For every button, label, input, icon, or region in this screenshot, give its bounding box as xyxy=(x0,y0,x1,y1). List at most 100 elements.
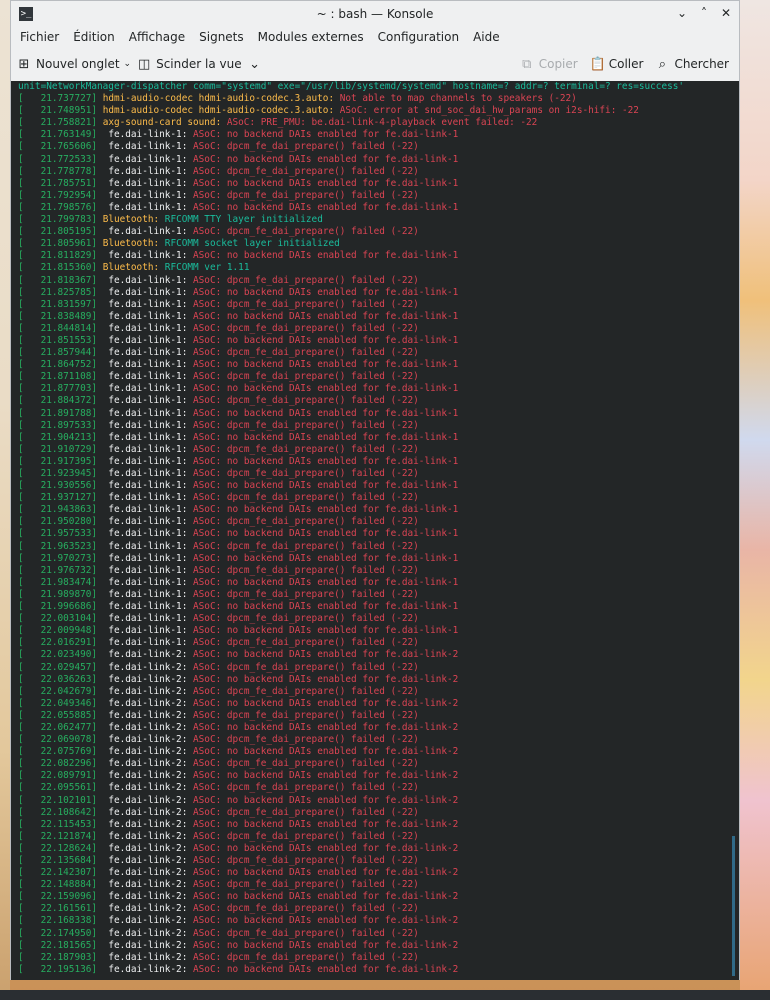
log-timestamp: [ 21.851553] xyxy=(18,334,98,346)
log-source: fe.dai-link-2: xyxy=(102,963,188,975)
log-message: ASoC: dpcm_fe_dai_prepare() failed (-22) xyxy=(193,274,419,286)
terminal-line: [ 22.055885] fe.dai-link-2: ASoC: dpcm_f… xyxy=(18,710,739,722)
log-timestamp: [ 22.042679] xyxy=(18,685,98,697)
log-timestamp: [ 22.062477] xyxy=(18,721,98,733)
log-message: ASoC: dpcm_fe_dai_prepare() failed (-22) xyxy=(193,371,419,383)
log-source: fe.dai-link-2: xyxy=(102,939,188,951)
log-source: fe.dai-link-1: xyxy=(102,165,188,177)
log-message: ASoC: no backend DAIs enabled for fe.dai… xyxy=(193,721,459,733)
terminal-line: [ 21.937127] fe.dai-link-1: ASoC: dpcm_f… xyxy=(18,492,739,504)
search-button[interactable]: ⌕ Chercher xyxy=(649,50,735,78)
terminal-line: [ 22.023490] fe.dai-link-2: ASoC: no bac… xyxy=(18,649,739,661)
terminal-line: [ 22.187903] fe.dai-link-2: ASoC: dpcm_f… xyxy=(18,952,739,964)
log-timestamp: [ 22.029457] xyxy=(18,661,98,673)
log-message: ASoC: no backend DAIs enabled for fe.dai… xyxy=(193,625,459,637)
log-message: ASoC: no backend DAIs enabled for fe.dai… xyxy=(193,915,459,927)
log-source: fe.dai-link-2: xyxy=(102,709,188,721)
chevron-down-icon[interactable]: ⌄ xyxy=(248,57,262,72)
log-timestamp: [ 21.930556] xyxy=(18,480,98,492)
minimize-icon[interactable]: ⌄ xyxy=(673,4,691,22)
log-timestamp: [ 22.055885] xyxy=(18,709,98,721)
log-timestamp: [ 21.989870] xyxy=(18,588,98,600)
log-timestamp: [ 21.763149] xyxy=(18,129,98,141)
log-source: fe.dai-link-2: xyxy=(102,697,188,709)
log-source: Bluetooth: xyxy=(102,214,160,226)
log-message: ASoC: no backend DAIs enabled for fe.dai… xyxy=(193,177,459,189)
log-message: ASoC: no backend DAIs enabled for fe.dai… xyxy=(193,359,459,371)
terminal-line: [ 21.785751] fe.dai-link-1: ASoC: no bac… xyxy=(18,178,739,190)
terminal-line: [ 22.016291] fe.dai-link-1: ASoC: dpcm_f… xyxy=(18,637,739,649)
menu-affichage[interactable]: Affichage xyxy=(122,27,192,47)
terminal-line: [ 21.910729] fe.dai-link-1: ASoC: dpcm_f… xyxy=(18,444,739,456)
terminal-output[interactable]: unit=NetworkManager-dispatcher comm="sys… xyxy=(11,81,739,980)
terminal-line: [ 22.082296] fe.dai-link-2: ASoC: dpcm_f… xyxy=(18,758,739,770)
terminal-line: [ 21.943863] fe.dai-link-1: ASoC: no bac… xyxy=(18,504,739,516)
log-message: ASoC: no backend DAIs enabled for fe.dai… xyxy=(193,528,459,540)
terminal-line: [ 21.904213] fe.dai-link-1: ASoC: no bac… xyxy=(18,432,739,444)
paste-button[interactable]: 📋 Coller xyxy=(584,50,650,78)
log-message: ASoC: dpcm_fe_dai_prepare() failed (-22) xyxy=(193,443,419,455)
log-source: fe.dai-link-1: xyxy=(102,298,188,310)
log-timestamp: [ 21.792954] xyxy=(18,189,98,201)
terminal-line: [ 22.181565] fe.dai-link-2: ASoC: no bac… xyxy=(18,940,739,952)
maximize-icon[interactable]: ˄ xyxy=(695,4,713,22)
new-tab-button[interactable]: ⊞ Nouvel onglet xyxy=(11,50,126,78)
konsole-app-icon[interactable]: >_ xyxy=(19,7,33,21)
search-label: Chercher xyxy=(674,57,729,71)
log-source: Bluetooth: xyxy=(102,262,160,274)
log-message: ASoC: no backend DAIs enabled for fe.dai… xyxy=(193,455,459,467)
log-timestamp: [ 22.075769] xyxy=(18,746,98,758)
menu-fichier[interactable]: Fichier xyxy=(13,27,66,47)
log-message: ASoC: no backend DAIs enabled for fe.dai… xyxy=(193,504,459,516)
title-bar[interactable]: >_ ~ : bash — Konsole ⌄ ˄ ✕ xyxy=(11,1,739,27)
log-timestamp: [ 22.102101] xyxy=(18,794,98,806)
log-timestamp: [ 21.950280] xyxy=(18,516,98,528)
log-message: ASoC: no backend DAIs enabled for fe.dai… xyxy=(193,818,459,830)
log-message: ASoC: no backend DAIs enabled for fe.dai… xyxy=(193,480,459,492)
log-timestamp: [ 21.785751] xyxy=(18,177,98,189)
log-message: ASoC: no backend DAIs enabled for fe.dai… xyxy=(193,129,459,141)
terminal-line: [ 21.963523] fe.dai-link-1: ASoC: dpcm_f… xyxy=(18,541,739,553)
terminal-line: [ 22.102101] fe.dai-link-2: ASoC: no bac… xyxy=(18,795,739,807)
log-timestamp: [ 21.983474] xyxy=(18,576,98,588)
terminal-line: [ 21.884372] fe.dai-link-1: ASoC: dpcm_f… xyxy=(18,395,739,407)
terminal-line: [ 22.049346] fe.dai-link-2: ASoC: no bac… xyxy=(18,698,739,710)
terminal-line: [ 22.161561] fe.dai-link-2: ASoC: dpcm_f… xyxy=(18,903,739,915)
log-source: fe.dai-link-2: xyxy=(102,915,188,927)
log-message: ASoC: dpcm_fe_dai_prepare() failed (-22) xyxy=(193,734,419,746)
terminal-line: [ 21.970273] fe.dai-link-1: ASoC: no bac… xyxy=(18,553,739,565)
log-message: ASoC: no backend DAIs enabled for fe.dai… xyxy=(193,939,459,951)
split-view-button[interactable]: ◫ Scinder la vue ⌄ xyxy=(131,50,268,78)
log-timestamp: [ 22.135684] xyxy=(18,855,98,866)
log-source: fe.dai-link-1: xyxy=(102,516,188,528)
log-source: fe.dai-link-2: xyxy=(102,879,188,891)
log-timestamp: [ 21.838489] xyxy=(18,310,98,322)
menu-aide[interactable]: Aide xyxy=(466,27,507,47)
log-timestamp: [ 22.095561] xyxy=(18,782,98,794)
log-source: hdmi-audio-codec hdmi-audio-codec.3.auto… xyxy=(102,93,335,105)
split-view-label: Scinder la vue xyxy=(156,57,242,71)
new-tab-dropdown-icon[interactable]: ⌄ xyxy=(124,59,132,69)
terminal-scrollbar[interactable] xyxy=(732,836,735,976)
terminal-line: [ 22.142307] fe.dai-link-2: ASoC: no bac… xyxy=(18,867,739,879)
copy-button[interactable]: ⧉ Copier xyxy=(514,50,584,78)
terminal-line: [ 21.851553] fe.dai-link-1: ASoC: no bac… xyxy=(18,335,739,347)
terminal-line: [ 21.871108] fe.dai-link-1: ASoC: dpcm_f… xyxy=(18,371,739,383)
log-source: fe.dai-link-2: xyxy=(102,734,188,746)
close-icon[interactable]: ✕ xyxy=(717,4,735,22)
menu-signets[interactable]: Signets xyxy=(192,27,251,47)
log-message: ASoC: no backend DAIs enabled for fe.dai… xyxy=(193,153,459,165)
menu-edition[interactable]: Édition xyxy=(66,27,122,47)
log-timestamp: [ 21.970273] xyxy=(18,552,98,564)
log-message: ASoC: dpcm_fe_dai_prepare() failed (-22) xyxy=(193,685,419,697)
menu-configuration[interactable]: Configuration xyxy=(371,27,466,47)
log-timestamp: [ 21.857944] xyxy=(18,347,98,359)
log-timestamp: [ 22.016291] xyxy=(18,637,98,649)
log-source: fe.dai-link-1: xyxy=(102,601,188,613)
terminal-line: [ 21.923945] fe.dai-link-1: ASoC: dpcm_f… xyxy=(18,468,739,480)
desktop-wallpaper xyxy=(740,0,770,1000)
log-timestamp: [ 22.108642] xyxy=(18,806,98,818)
terminal-line: [ 22.168338] fe.dai-link-2: ASoC: no bac… xyxy=(18,915,739,927)
log-source: fe.dai-link-1: xyxy=(102,528,188,540)
menu-modules-externes[interactable]: Modules externes xyxy=(251,27,371,47)
